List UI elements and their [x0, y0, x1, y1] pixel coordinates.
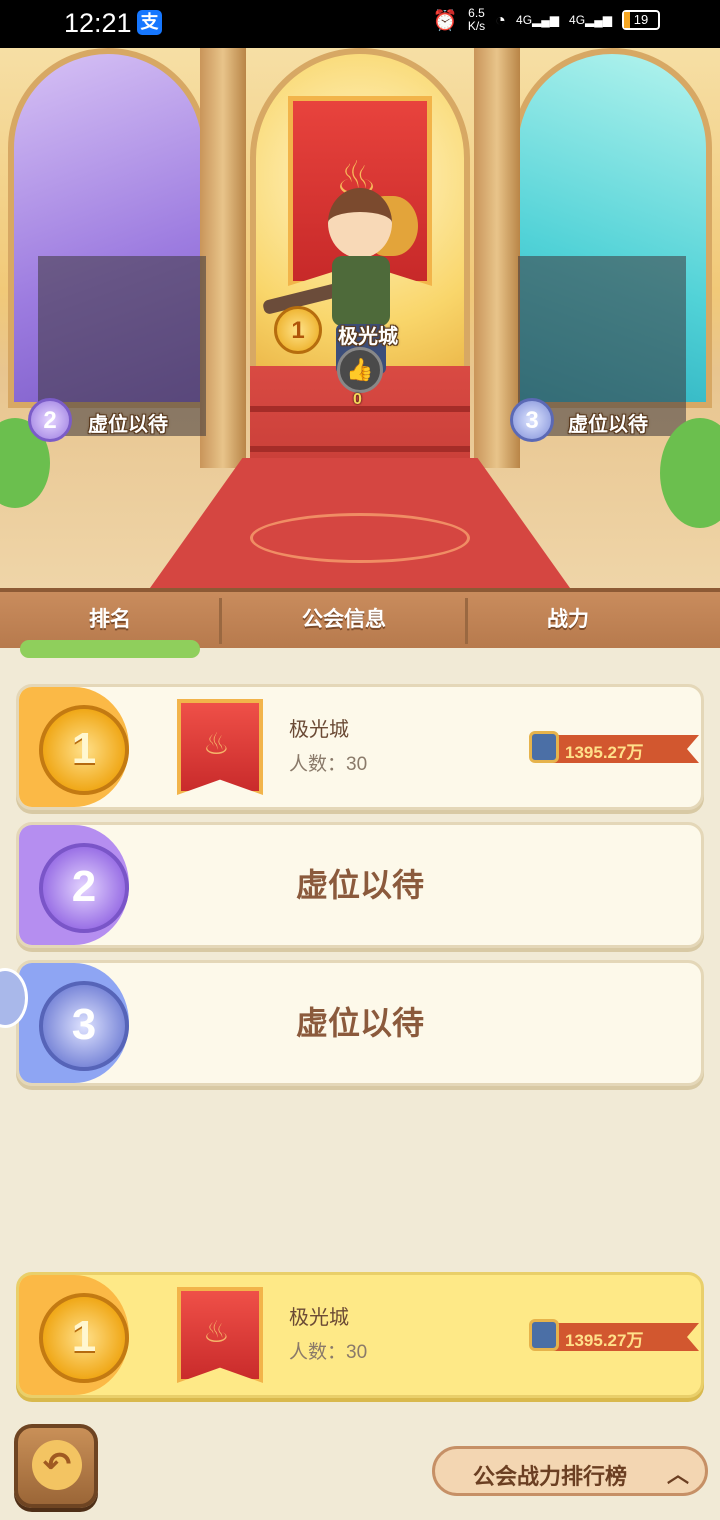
battery-icon: 19 [622, 10, 660, 30]
signal-2: 4G▂▄▆ [569, 13, 612, 27]
leaderboard-label: 公会战力排行榜 [473, 1464, 628, 1489]
gold-medal-icon: 1 [39, 705, 129, 795]
column-header: 排名 公会信息 战力 [0, 588, 720, 648]
power-badge: 1395.27万 [529, 731, 699, 763]
ranking-row-1[interactable]: 1 ♨ 极光城 人数：30 1395.27万 [16, 684, 704, 810]
net-speed: 6.5 K/s [467, 6, 486, 33]
wifi-icon: ◔ [495, 9, 507, 30]
guild-power-leaderboard-button[interactable]: 公会战力排行榜 ︿ [432, 1446, 708, 1496]
red-carpet [150, 458, 570, 588]
back-button[interactable]: ↶ [14, 1424, 98, 1508]
throne-hall: ♨ [0, 48, 720, 588]
third-place-label: 虚位以待 [568, 414, 648, 436]
ranking-row-2[interactable]: 2 虚位以待 [16, 822, 704, 948]
guild-name: 极光城 [289, 1307, 349, 1329]
first-place-name: 极光城 [338, 326, 398, 348]
guild-name: 极光城 [289, 719, 349, 741]
clock: 12:21 [64, 8, 132, 38]
status-icons: ⏰ 6.5 K/s ◔ 4G▂▄▆ 4G▂▄▆ 19 [433, 7, 660, 33]
power-value: 1395.27万 [565, 1331, 644, 1350]
like-count: 0 [353, 391, 362, 408]
thumbs-up-icon[interactable]: 👍 [337, 347, 383, 393]
rank-2-badge-icon: 2 [28, 398, 72, 442]
pillar [200, 48, 246, 468]
my-guild-row[interactable]: 1 ♨ 极光城 人数：30 1395.27万 [16, 1272, 704, 1398]
vacant-label: 虚位以待 [295, 1005, 424, 1041]
alarm-icon: ⏰ [432, 9, 458, 32]
ranking-row-3[interactable]: 3 虚位以待 [16, 960, 704, 1086]
power-icon [529, 731, 559, 763]
power-badge: 1395.27万 [529, 1319, 699, 1351]
alipay-icon: 支 [137, 10, 162, 35]
rank-1-badge-icon: 1 [274, 306, 322, 354]
chevron-up-icon: ︿ [666, 1462, 689, 1487]
back-arrow-icon: ↶ [32, 1440, 82, 1490]
gold-medal-icon: 1 [39, 1293, 129, 1383]
guild-banner-icon: ♨ [177, 699, 263, 795]
second-place-label: 虚位以待 [88, 414, 168, 436]
guild-banner-icon: ♨ [177, 1287, 263, 1383]
vacant-label: 虚位以待 [295, 867, 424, 903]
signal-1: 4G▂▄▆ [516, 13, 560, 27]
status-bar: 12:21 支 ⏰ 6.5 K/s ◔ 4G▂▄▆ 4G▂▄▆ 19 [0, 0, 720, 48]
header-guild-info: 公会信息 [302, 608, 386, 631]
grass-decoration [20, 640, 200, 658]
power-value: 1395.27万 [565, 743, 644, 762]
power-icon [529, 1319, 559, 1351]
pillar [474, 48, 520, 468]
guild-members: 人数：30 [289, 1342, 368, 1363]
header-power: 战力 [547, 608, 589, 631]
guild-members: 人数：30 [289, 754, 368, 775]
rank-3-badge-icon: 3 [510, 398, 554, 442]
